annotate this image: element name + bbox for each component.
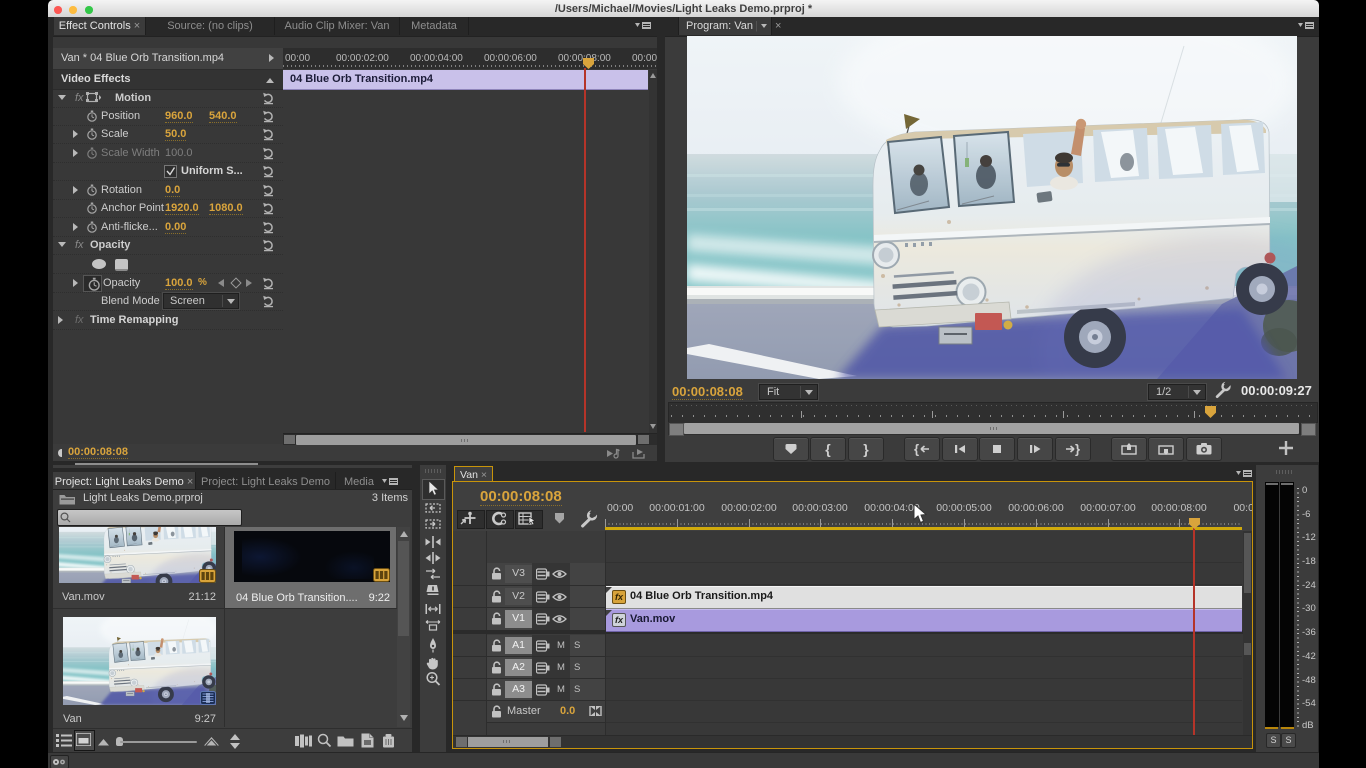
svg-text:}: } — [1075, 442, 1080, 456]
svg-text:{: { — [914, 442, 919, 456]
